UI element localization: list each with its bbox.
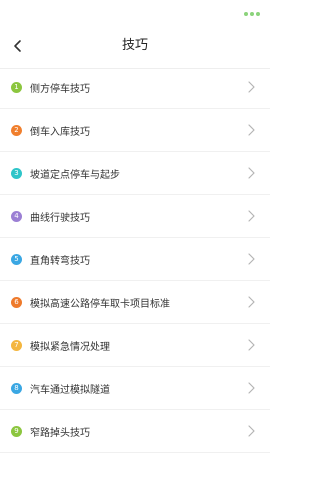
status-dot: [250, 12, 254, 16]
chevron-right-icon: [244, 123, 258, 137]
page-title: 技巧: [121, 38, 148, 53]
number-badge: 8: [11, 382, 22, 394]
chevron-right-icon: [244, 381, 258, 395]
list-item-label: 汽车通过模拟隧道: [30, 384, 110, 396]
chevron-right-icon: [244, 209, 258, 223]
list-item-label: 侧方停车技巧: [30, 83, 90, 95]
status-bar: [0, 0, 270, 24]
number-badge: 9: [11, 425, 22, 437]
number-badge: 7: [11, 339, 22, 351]
status-dot: [244, 12, 248, 16]
number-badge: 6: [11, 296, 22, 308]
list-item[interactable]: 1 侧方停车技巧: [0, 66, 270, 109]
list-item-label: 模拟高速公路停车取卡项目标准: [30, 298, 170, 310]
list-item-label: 窄路掉头技巧: [30, 427, 90, 439]
chevron-right-icon: [244, 295, 258, 309]
list-item[interactable]: 4 曲线行驶技巧: [0, 195, 270, 238]
list-item-label: 直角转弯技巧: [30, 255, 90, 267]
list-item[interactable]: 8 汽车通过模拟隧道: [0, 367, 270, 410]
tips-list: 1 侧方停车技巧 2 倒车入库技巧 3 坡道定点停车与起步 4 曲线行驶技巧 5 直角转弯技巧 6 模…: [0, 66, 270, 453]
number-badge: 5: [11, 253, 22, 265]
number-badge: 4: [11, 210, 22, 222]
back-arrow-icon: [14, 40, 21, 52]
status-indicator: [244, 12, 260, 16]
screen: 技巧 1 侧方停车技巧 2 倒车入库技巧 3 坡道定点停车与起步 4 曲线行驶技巧 5 直角转弯技…: [0, 0, 270, 480]
chevron-right-icon: [244, 424, 258, 438]
list-item-label: 模拟紧急情况处理: [30, 341, 110, 353]
number-badge: 3: [11, 167, 22, 179]
list-item[interactable]: 9 窄路掉头技巧: [0, 410, 270, 453]
status-dot: [256, 12, 260, 16]
chevron-right-icon: [244, 252, 258, 266]
back-button[interactable]: [0, 24, 36, 68]
list-item-label: 倒车入库技巧: [30, 126, 90, 138]
number-badge: 2: [11, 124, 22, 136]
list-item-label: 坡道定点停车与起步: [30, 169, 120, 181]
list-item[interactable]: 7 模拟紧急情况处理: [0, 324, 270, 367]
chevron-right-icon: [244, 166, 258, 180]
number-badge: 1: [11, 81, 22, 93]
list-item-label: 曲线行驶技巧: [30, 212, 90, 224]
chevron-right-icon: [244, 338, 258, 352]
list-item[interactable]: 6 模拟高速公路停车取卡项目标准: [0, 281, 270, 324]
list-item[interactable]: 3 坡道定点停车与起步: [0, 152, 270, 195]
list-item[interactable]: 5 直角转弯技巧: [0, 238, 270, 281]
list-item[interactable]: 2 倒车入库技巧: [0, 109, 270, 152]
chevron-right-icon: [244, 80, 258, 94]
nav-bar: 技巧: [0, 24, 270, 69]
